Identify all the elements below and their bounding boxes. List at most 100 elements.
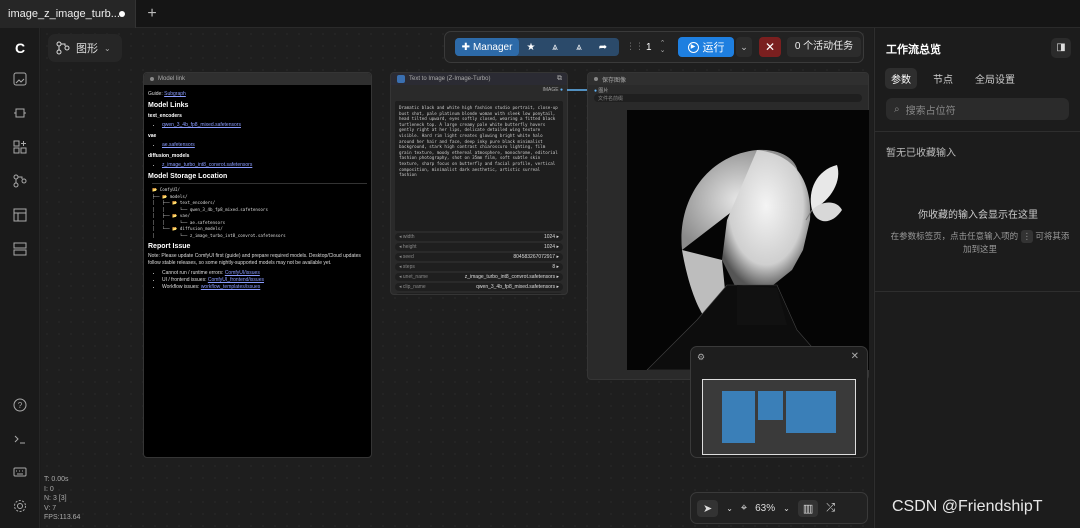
input-label: 图片 xyxy=(598,88,609,94)
subgraph-icon xyxy=(397,75,405,83)
bookmark-a-icon[interactable]: ⩓ xyxy=(543,42,567,53)
widget-seed[interactable]: ◂ seed 804583267072917 ▸ xyxy=(395,253,563,261)
tab-nodes[interactable]: 节点 xyxy=(927,68,959,89)
issue-runtime-link[interactable]: ComfyUI/issues xyxy=(225,270,260,276)
node-header[interactable]: Text to Image (Z-Image-Turbo) ⧉ xyxy=(391,73,567,85)
comfy-logo-icon[interactable]: C xyxy=(12,40,28,56)
tab-global-settings[interactable]: 全局设置 xyxy=(969,68,1021,89)
node-dot-icon xyxy=(150,77,154,81)
map-toggle-icon[interactable]: ▥ xyxy=(797,499,819,517)
generated-image[interactable] xyxy=(627,110,869,370)
widget-width[interactable]: ◂ width 1024 ▸ xyxy=(395,233,563,241)
terminal-icon[interactable] xyxy=(12,432,28,448)
zoom-level[interactable]: 63% xyxy=(755,503,775,514)
widget-value: 1024 ▸ xyxy=(543,244,559,250)
zoom-chevron-icon[interactable]: ⌄ xyxy=(783,504,790,513)
puzzle-icon: ✚ xyxy=(461,41,470,53)
chevron-down-icon: ⌄ xyxy=(104,43,111,53)
input-dot-icon[interactable]: ● xyxy=(594,88,597,94)
widget-value: 8 ▸ xyxy=(552,264,559,270)
filename-prefix-field[interactable]: 文件名前缀 xyxy=(594,94,862,102)
share-icon[interactable]: ➦ xyxy=(591,42,615,53)
widget-steps[interactable]: ◂ steps 8 ▸ xyxy=(395,263,563,271)
panel-tabs: 参数 节点 全局设置 xyxy=(885,68,1021,89)
widget-value: 1024 ▸ xyxy=(543,234,559,240)
chevron-down-icon[interactable]: ⌄ xyxy=(726,504,733,513)
heading-diffusion-models: diffusion_models xyxy=(148,153,190,159)
minimap-settings-icon[interactable]: ⚙ xyxy=(697,352,705,363)
toggle-panel-icon[interactable]: ◨ xyxy=(1051,38,1071,58)
run-options-dropdown[interactable]: ⌄ xyxy=(736,37,752,57)
new-tab-button[interactable]: + xyxy=(142,4,162,24)
node-title: 保存图像 xyxy=(602,77,627,84)
minimap-node-save-image xyxy=(786,391,836,433)
models-icon[interactable] xyxy=(12,106,28,122)
empty-hint: 在参数标签页，点击任意输入项的 ⋮ 可将其添加到这里 xyxy=(887,230,1073,256)
widget-unet_name[interactable]: ◂ unet_name z_image_turbo_int8_convrot.sa… xyxy=(395,273,563,281)
active-tasks-button[interactable]: 0 个活动任务 xyxy=(787,37,861,57)
node-header[interactable]: 保存图像 xyxy=(588,73,868,85)
minimap-close-icon[interactable]: ✕ xyxy=(851,351,859,362)
tab-bar: image_z_image_turb... + xyxy=(0,0,1080,28)
widget-clip_name[interactable]: ◂ clip_name qwen_3_4b_fp8_mixed.safetenso… xyxy=(395,283,563,291)
keyboard-icon[interactable] xyxy=(12,465,28,481)
expand-icon[interactable]: ⧉ xyxy=(557,75,562,83)
widget-label: ◂ seed xyxy=(399,254,414,260)
fit-view-icon[interactable]: ⌖ xyxy=(741,502,747,515)
nodes-library-icon[interactable] xyxy=(12,140,28,156)
link-vae[interactable]: ae.safetensors xyxy=(162,142,195,148)
canvas-controls: ➤ ⌄ ⌖ 63% ⌄ ▥ ⤮ xyxy=(690,492,868,524)
run-label: 运行 xyxy=(702,42,725,54)
output-dot-icon[interactable]: ● xyxy=(560,87,563,93)
output-image-slot[interactable]: IMAGE ● xyxy=(391,87,567,95)
tab-parameters[interactable]: 参数 xyxy=(885,68,917,89)
manager-group: ✚ Manager ★ ⩓ ⩓ ➦ xyxy=(455,38,619,56)
search-placeholder: 搜索占位符 xyxy=(905,105,956,117)
link-diffusion-model[interactable]: z_image_turbo_int8_convrot.safetensors xyxy=(162,162,252,168)
issue-workflow-link[interactable]: workflow_templates/issues xyxy=(201,284,260,290)
svg-text:?: ? xyxy=(18,401,23,410)
hide-links-icon[interactable]: ⤮ xyxy=(826,502,835,515)
help-icon[interactable]: ? xyxy=(12,398,28,414)
guide-link[interactable]: Subgraph xyxy=(164,91,186,97)
perf-stats: T: 0.00s I: 0 N: 3 [3] V: 7 FPS:113.64 xyxy=(44,475,80,523)
workflow-overview-panel: 工作流总览 ◨ 参数 节点 全局设置 ⌕ 搜索占位符 暂无已收藏输入 你收藏的输… xyxy=(874,28,1080,528)
widget-value: qwen_3_4b_fp8_mixed.safetensors ▸ xyxy=(476,284,559,290)
bookmark-b-icon[interactable]: ⩓ xyxy=(567,42,591,53)
stepper-arrows-icon[interactable]: ⌃ ⌄ xyxy=(660,40,666,54)
graph-mode-button[interactable]: 图形 ⌄ xyxy=(48,34,122,62)
search-input[interactable]: ⌕ 搜索占位符 xyxy=(886,98,1069,120)
model-link-node[interactable]: Model link Guide: Subgraph Model Links t… xyxy=(143,72,372,458)
divider xyxy=(875,131,1080,132)
templates-icon[interactable] xyxy=(12,208,28,224)
node-title: Text to Image (Z-Image-Turbo) xyxy=(409,76,491,82)
select-tool-icon[interactable]: ➤ xyxy=(697,499,719,517)
manager-button[interactable]: ✚ Manager xyxy=(455,38,519,56)
widget-vae_name[interactable]: ◂ vae_name ae.safetensors ▸ xyxy=(395,293,563,294)
widget-height[interactable]: ◂ height 1024 ▸ xyxy=(395,243,563,251)
filename-prefix-value: 文件名前缀 xyxy=(598,95,624,102)
workflows-icon[interactable] xyxy=(12,174,28,190)
tab-workflow[interactable]: image_z_image_turb... xyxy=(0,0,136,28)
guide-label: Guide: xyxy=(148,91,163,97)
settings-gear-icon[interactable] xyxy=(12,499,28,515)
prompt-textarea[interactable]: Dramatic black and white high fashion st… xyxy=(395,101,563,231)
node-header[interactable]: Model link xyxy=(144,73,371,85)
queue-count-value: 1 xyxy=(646,41,652,53)
minimap-panel[interactable]: ⚙ ✕ xyxy=(690,346,868,458)
image-input-slot[interactable]: ● 图片 xyxy=(588,85,868,94)
stop-button[interactable]: ✕ xyxy=(759,37,781,57)
run-button[interactable]: ▶ 运行 xyxy=(678,37,734,57)
text-to-image-node[interactable]: Text to Image (Z-Image-Turbo) ⧉ IMAGE ● … xyxy=(390,72,568,295)
search-icon: ⌕ xyxy=(894,103,900,115)
queue-count-input[interactable]: 1 ⌃ ⌄ xyxy=(638,38,674,56)
graph-mode-label: 图形 xyxy=(76,43,98,55)
link-text-encoder[interactable]: qwen_3_4b_fp8_mixed.safetensors xyxy=(162,122,241,128)
empty-section-title: 暂无已收藏输入 xyxy=(886,148,956,159)
heading-storage-location: Model Storage Location xyxy=(148,173,228,180)
panels-icon[interactable] xyxy=(12,242,28,258)
minimap-view[interactable] xyxy=(702,379,856,455)
issue-frontend-link[interactable]: ComfyUI_frontend/issues xyxy=(208,277,264,283)
star-icon[interactable]: ★ xyxy=(519,42,543,53)
images-icon[interactable] xyxy=(12,72,28,88)
